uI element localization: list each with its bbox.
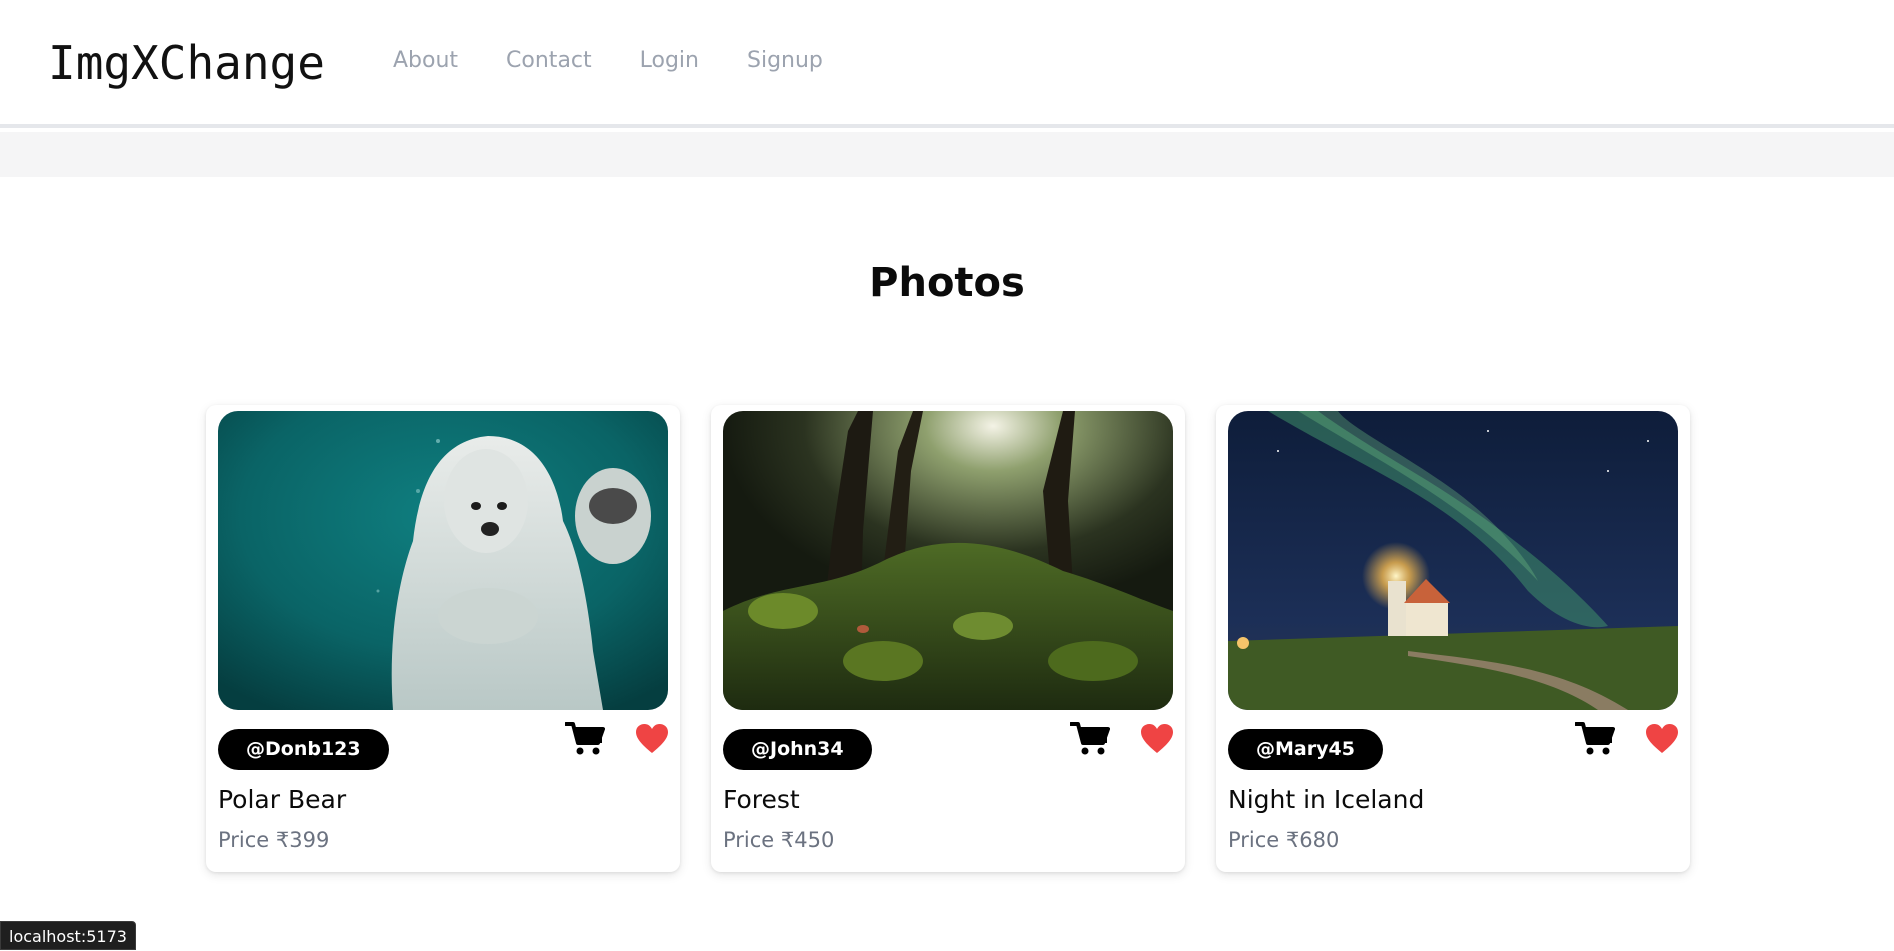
brand-logo[interactable]: ImgXChange: [48, 36, 325, 90]
photo-card[interactable]: @Donb123 Polar Bear Price ₹399: [206, 405, 680, 872]
photo-title: Night in Iceland: [1228, 785, 1425, 814]
photo-title: Forest: [723, 785, 800, 814]
photo-title: Polar Bear: [218, 785, 347, 814]
cart-icon[interactable]: [1575, 721, 1615, 757]
username-badge[interactable]: @Donb123: [218, 729, 389, 770]
heart-icon[interactable]: [635, 723, 669, 755]
page-title: Photos: [869, 260, 1025, 306]
nav-links: About Contact Login Signup: [393, 48, 871, 73]
status-bar-url: localhost:5173: [0, 921, 136, 950]
photo-card[interactable]: @John34 Forest Price ₹450: [711, 405, 1185, 872]
photo-image-polar-bear[interactable]: [218, 411, 668, 710]
photo-price: Price ₹680: [1228, 828, 1340, 852]
nav-link-contact[interactable]: Contact: [506, 48, 592, 73]
username-badge[interactable]: @Mary45: [1228, 729, 1383, 770]
nav-link-about[interactable]: About: [393, 48, 458, 73]
photo-image-night-in-iceland[interactable]: [1228, 411, 1678, 710]
photo-price: Price ₹399: [218, 828, 330, 852]
cart-icon[interactable]: [1070, 721, 1110, 757]
username-badge[interactable]: @John34: [723, 729, 872, 770]
navbar: ImgXChange About Contact Login Signup: [0, 0, 1894, 128]
cart-icon[interactable]: [565, 721, 605, 757]
heart-icon[interactable]: [1645, 723, 1679, 755]
nav-link-signup[interactable]: Signup: [747, 48, 823, 73]
sub-bar: [0, 132, 1894, 177]
photo-price: Price ₹450: [723, 828, 835, 852]
photo-image-forest[interactable]: [723, 411, 1173, 710]
nav-link-login[interactable]: Login: [640, 48, 699, 73]
photo-card[interactable]: @Mary45 Night in Iceland Price ₹680: [1216, 405, 1690, 872]
heart-icon[interactable]: [1140, 723, 1174, 755]
